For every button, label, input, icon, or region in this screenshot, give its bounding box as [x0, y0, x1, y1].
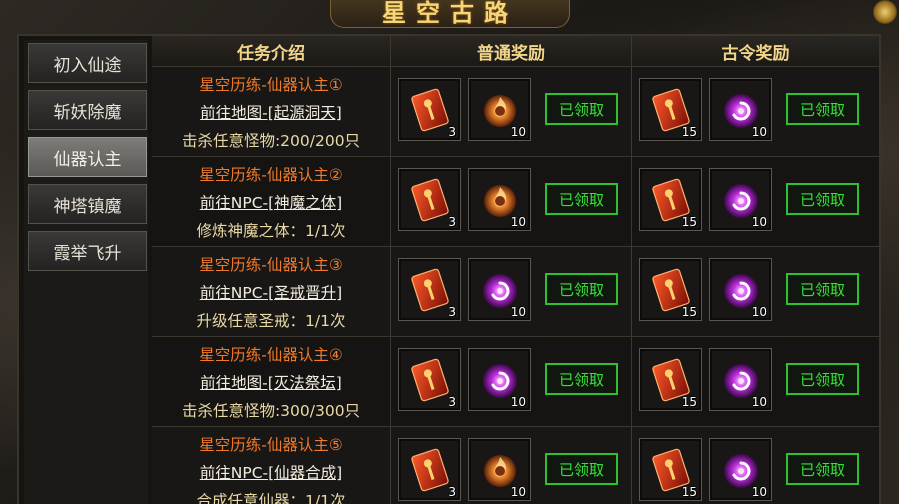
task-target-link[interactable]: 前往NPC-[仙器合成] — [200, 461, 342, 483]
task-target-link[interactable]: 前往地图-[起源洞天] — [200, 101, 342, 123]
reward-item-slot[interactable]: 10 — [468, 168, 531, 231]
item-quantity: 3 — [448, 395, 456, 409]
reward-item-slot[interactable]: 15 — [639, 168, 702, 231]
normal-claim-button[interactable]: 已领取 — [545, 453, 618, 485]
title-plate: 星空古路 — [330, 0, 570, 28]
item-quantity: 10 — [510, 125, 526, 139]
reward-item-slot[interactable]: 3 — [398, 258, 461, 321]
task-target-link[interactable]: 前往NPC-[圣戒晋升] — [200, 281, 342, 303]
table-row: 星空历练-仙器认主③ 前往NPC-[圣戒晋升] 升级任意圣戒：1/1次 3 10 已领取 1… — [152, 247, 879, 337]
reward-item-slot[interactable]: 10 — [709, 168, 772, 231]
reward-item-slot[interactable]: 3 — [398, 78, 461, 141]
normal-claim-button[interactable]: 已领取 — [545, 363, 618, 395]
table-row: 星空历练-仙器认主④ 前往地图-[灭法祭坛] 击杀任意怪物:300/300只 3 10 已… — [152, 337, 879, 427]
normal-claim-button[interactable]: 已领取 — [545, 273, 618, 305]
item-quantity: 10 — [751, 215, 767, 229]
task-progress: 升级任意圣戒：1/1次 — [196, 312, 346, 330]
task-description: 星空历练-仙器认主② 前往NPC-[神魔之体] 修炼神魔之体：1/1次 — [152, 157, 390, 247]
table-row: 星空历练-仙器认主⑤ 前往NPC-[仙器合成] 合成任意仙器：1/1次 3 10 已领取 1… — [152, 427, 879, 504]
reward-item-slot[interactable]: 3 — [398, 168, 461, 231]
item-quantity: 15 — [681, 125, 697, 139]
ancient-claim-button[interactable]: 已领取 — [786, 273, 859, 305]
item-quantity: 10 — [751, 125, 767, 139]
item-quantity: 3 — [448, 305, 456, 319]
task-description: 星空历练-仙器认主③ 前往NPC-[圣戒晋升] 升级任意圣戒：1/1次 — [152, 247, 390, 337]
reward-item-slot[interactable]: 15 — [639, 348, 702, 411]
task-description: 星空历练-仙器认主⑤ 前往NPC-[仙器合成] 合成任意仙器：1/1次 — [152, 427, 390, 504]
header-task: 任务介绍 — [152, 36, 390, 67]
sidebar: 初入仙途 斩妖除魔 仙器认主 神塔镇魔 霞举飞升 — [24, 40, 148, 504]
task-progress: 击杀任意怪物:200/200只 — [181, 132, 361, 150]
header-normal-reward: 普通奖励 — [391, 36, 631, 67]
item-quantity: 15 — [681, 305, 697, 319]
reward-item-slot[interactable]: 10 — [468, 258, 531, 321]
item-quantity: 15 — [681, 485, 697, 499]
item-quantity: 10 — [510, 305, 526, 319]
reward-item-slot[interactable]: 10 — [709, 348, 772, 411]
task-description: 星空历练-仙器认主④ 前往地图-[灭法祭坛] 击杀任意怪物:300/300只 — [152, 337, 390, 427]
sidebar-item-4[interactable]: 神塔镇魔 — [28, 184, 147, 224]
task-name: 星空历练-仙器认主⑤ — [199, 436, 343, 454]
task-name: 星空历练-仙器认主① — [199, 76, 343, 94]
reward-item-slot[interactable]: 15 — [639, 438, 702, 501]
sidebar-item-5[interactable]: 霞举飞升 — [28, 231, 147, 271]
item-quantity: 10 — [751, 395, 767, 409]
item-quantity: 15 — [681, 215, 697, 229]
reward-item-slot[interactable]: 15 — [639, 258, 702, 321]
reward-item-slot[interactable]: 10 — [709, 258, 772, 321]
reward-item-slot[interactable]: 10 — [468, 348, 531, 411]
sidebar-item-3[interactable]: 仙器认主 — [28, 137, 147, 177]
task-progress: 合成任意仙器：1/1次 — [196, 492, 346, 504]
table-row: 星空历练-仙器认主② 前往NPC-[神魔之体] 修炼神魔之体：1/1次 3 10 已领取 1… — [152, 157, 879, 247]
sidebar-item-label: 仙器认主 — [53, 149, 122, 170]
window-title: 星空古路 — [382, 0, 518, 27]
task-progress: 修炼神魔之体：1/1次 — [196, 222, 346, 240]
item-quantity: 3 — [448, 485, 456, 499]
task-target-link[interactable]: 前往NPC-[神魔之体] — [200, 191, 342, 213]
sidebar-item-label: 斩妖除魔 — [53, 102, 122, 123]
item-quantity: 10 — [751, 305, 767, 319]
normal-claim-button[interactable]: 已领取 — [545, 93, 618, 125]
table-row: 星空历练-仙器认主① 前往地图-[起源洞天] 击杀任意怪物:200/200只 3 10 已… — [152, 67, 879, 157]
normal-claim-button[interactable]: 已领取 — [545, 183, 618, 215]
task-description: 星空历练-仙器认主① 前往地图-[起源洞天] 击杀任意怪物:200/200只 — [152, 67, 390, 157]
item-quantity: 10 — [751, 485, 767, 499]
header-ancient-reward: 古令奖励 — [632, 36, 879, 67]
table-body: 星空历练-仙器认主① 前往地图-[起源洞天] 击杀任意怪物:200/200只 3 10 已… — [152, 67, 879, 504]
reward-item-slot[interactable]: 3 — [398, 438, 461, 501]
reward-item-slot[interactable]: 10 — [468, 438, 531, 501]
sidebar-item-1[interactable]: 初入仙途 — [28, 43, 147, 83]
reward-item-slot[interactable]: 10 — [468, 78, 531, 141]
reward-item-slot[interactable]: 3 — [398, 348, 461, 411]
item-quantity: 3 — [448, 215, 456, 229]
ancient-claim-button[interactable]: 已领取 — [786, 93, 859, 125]
task-table: 任务介绍 普通奖励 古令奖励 星空历练-仙器认主① 前往地图-[起源洞天] 击杀任意… — [152, 36, 879, 504]
sidebar-item-label: 初入仙途 — [53, 55, 122, 76]
sidebar-item-2[interactable]: 斩妖除魔 — [28, 90, 147, 130]
task-name: 星空历练-仙器认主③ — [199, 256, 343, 274]
item-quantity: 10 — [510, 215, 526, 229]
reward-item-slot[interactable]: 10 — [709, 438, 772, 501]
corner-gem-icon — [873, 0, 897, 24]
task-target-link[interactable]: 前往地图-[灭法祭坛] — [200, 371, 342, 393]
task-name: 星空历练-仙器认主② — [199, 166, 343, 184]
task-name: 星空历练-仙器认主④ — [199, 346, 343, 364]
reward-item-slot[interactable]: 15 — [639, 78, 702, 141]
item-quantity: 3 — [448, 125, 456, 139]
task-progress: 击杀任意怪物:300/300只 — [181, 402, 361, 420]
ancient-claim-button[interactable]: 已领取 — [786, 453, 859, 485]
item-quantity: 10 — [510, 395, 526, 409]
reward-item-slot[interactable]: 10 — [709, 78, 772, 141]
ancient-claim-button[interactable]: 已领取 — [786, 363, 859, 395]
item-quantity: 10 — [510, 485, 526, 499]
sidebar-item-label: 神塔镇魔 — [53, 196, 122, 217]
item-quantity: 15 — [681, 395, 697, 409]
ancient-claim-button[interactable]: 已领取 — [786, 183, 859, 215]
sidebar-item-label: 霞举飞升 — [53, 243, 122, 264]
